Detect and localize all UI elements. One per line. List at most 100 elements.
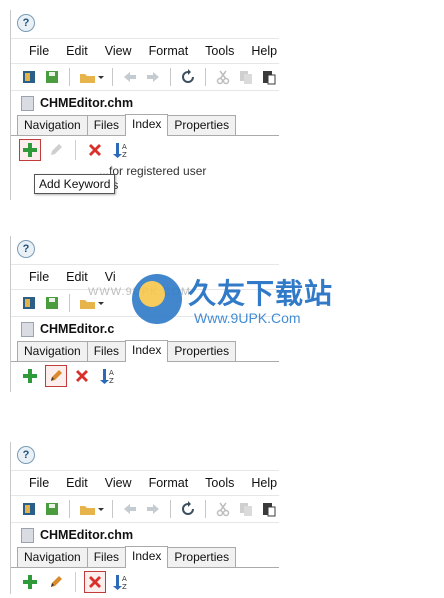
- menu-file[interactable]: File: [29, 270, 49, 284]
- cut-icon[interactable]: [213, 499, 233, 519]
- svg-text:Z: Z: [122, 151, 127, 159]
- toolbar-separator: [69, 68, 70, 86]
- menu-edit[interactable]: Edit: [66, 44, 88, 58]
- refresh-icon[interactable]: [178, 499, 198, 519]
- paste-icon[interactable]: [259, 67, 279, 87]
- toolbar-separator: [112, 68, 113, 86]
- main-toolbar: [11, 289, 279, 316]
- menu-view[interactable]: View: [105, 476, 132, 490]
- title-bar: ?: [11, 442, 279, 470]
- open-folder-icon[interactable]: [77, 67, 105, 87]
- add-keyword-button[interactable]: [19, 139, 41, 161]
- menu-tools[interactable]: Tools: [205, 44, 234, 58]
- index-toolbar: AZ: [11, 362, 279, 390]
- sort-az-button[interactable]: AZ: [110, 139, 132, 161]
- toolbar-separator: [69, 500, 70, 518]
- file-name: CHMEditor.c: [40, 322, 115, 336]
- back-arrow-icon[interactable]: [120, 499, 140, 519]
- document-icon: [21, 527, 34, 543]
- app-icon: ?: [17, 446, 35, 464]
- menu-format[interactable]: Format: [149, 44, 189, 58]
- book-icon[interactable]: [19, 67, 39, 87]
- pencil-icon: [51, 144, 62, 155]
- app-icon: ?: [17, 14, 35, 32]
- menu-tools[interactable]: Tools: [205, 476, 234, 490]
- edit-keyword-button[interactable]: [45, 365, 67, 387]
- pencil-icon: [51, 576, 62, 587]
- sort-az-icon: AZ: [100, 369, 114, 385]
- tab-files[interactable]: Files: [86, 547, 127, 567]
- delete-keyword-button[interactable]: [84, 139, 106, 161]
- sort-az-icon: AZ: [113, 575, 127, 591]
- tab-properties[interactable]: Properties: [167, 115, 237, 135]
- toolbar-separator: [170, 68, 171, 86]
- open-folder-icon[interactable]: [77, 499, 105, 519]
- menu-edit[interactable]: Edit: [66, 270, 88, 284]
- menu-view[interactable]: View: [105, 44, 132, 58]
- main-toolbar: [11, 495, 279, 522]
- index-toolbar: AZ: [11, 136, 279, 164]
- forward-arrow-icon[interactable]: [143, 67, 163, 87]
- menu-help[interactable]: Help: [251, 476, 277, 490]
- menu-bar: File Edit View Format Tools Help: [11, 38, 279, 63]
- delete-keyword-button[interactable]: [71, 365, 93, 387]
- plus-icon: [23, 369, 37, 383]
- sort-az-button[interactable]: AZ: [97, 365, 119, 387]
- menu-format[interactable]: Format: [149, 476, 189, 490]
- svg-text:A: A: [109, 369, 114, 377]
- menu-view[interactable]: Vi: [105, 270, 116, 284]
- svg-text:Z: Z: [122, 583, 127, 591]
- menu-bar: File Edit Vi: [11, 264, 279, 289]
- tab-files[interactable]: Files: [86, 115, 127, 135]
- tab-index[interactable]: Index: [125, 340, 169, 362]
- app-icon: ?: [17, 240, 35, 258]
- menu-edit[interactable]: Edit: [66, 476, 88, 490]
- file-name: CHMEditor.chm: [40, 528, 134, 542]
- copy-icon[interactable]: [236, 499, 256, 519]
- open-folder-icon[interactable]: [77, 293, 105, 313]
- file-header: CHMEditor.chm: [11, 522, 279, 547]
- toolbar-separator: [69, 294, 70, 312]
- svg-text:Z: Z: [109, 377, 114, 385]
- tab-properties[interactable]: Properties: [167, 341, 237, 361]
- svg-text:A: A: [122, 143, 127, 151]
- forward-arrow-icon[interactable]: [143, 499, 163, 519]
- toolbar-separator: [112, 500, 113, 518]
- save-icon[interactable]: [42, 293, 62, 313]
- index-toolbar: AZ: [11, 568, 279, 594]
- tab-navigation[interactable]: Navigation: [17, 115, 88, 135]
- sort-az-button[interactable]: AZ: [110, 571, 132, 593]
- refresh-icon[interactable]: [178, 67, 198, 87]
- back-arrow-icon[interactable]: [120, 67, 140, 87]
- tab-files[interactable]: Files: [86, 341, 127, 361]
- book-icon[interactable]: [19, 293, 39, 313]
- edit-keyword-button[interactable]: [45, 571, 67, 593]
- tab-strip: Navigation Files Index Properties: [11, 546, 279, 568]
- document-icon: [21, 321, 34, 337]
- tab-index[interactable]: Index: [125, 114, 169, 136]
- save-icon[interactable]: [42, 67, 62, 87]
- paste-icon[interactable]: [259, 499, 279, 519]
- add-keyword-button[interactable]: [19, 365, 41, 387]
- tab-navigation[interactable]: Navigation: [17, 547, 88, 567]
- delete-keyword-button[interactable]: [84, 571, 106, 593]
- cut-icon[interactable]: [213, 67, 233, 87]
- file-name: CHMEditor.chm: [40, 96, 134, 110]
- add-keyword-button[interactable]: [19, 571, 41, 593]
- tab-properties[interactable]: Properties: [167, 547, 237, 567]
- title-bar: ?: [11, 10, 279, 38]
- index-toolbar-separator: [75, 140, 76, 160]
- tab-navigation[interactable]: Navigation: [17, 341, 88, 361]
- save-icon[interactable]: [42, 499, 62, 519]
- copy-icon[interactable]: [236, 67, 256, 87]
- svg-text:A: A: [122, 575, 127, 583]
- tab-index[interactable]: Index: [125, 546, 169, 568]
- menu-help[interactable]: Help: [251, 44, 277, 58]
- edit-keyword-button[interactable]: [45, 139, 67, 161]
- menu-file[interactable]: File: [29, 44, 49, 58]
- add-keyword-tooltip: Add Keyword: [34, 174, 116, 194]
- menu-file[interactable]: File: [29, 476, 49, 490]
- screenshot-panel-2: ? File Edit Vi CHMEditor.c Navigation Fi…: [10, 236, 279, 392]
- book-icon[interactable]: [19, 499, 39, 519]
- main-toolbar: [11, 63, 279, 90]
